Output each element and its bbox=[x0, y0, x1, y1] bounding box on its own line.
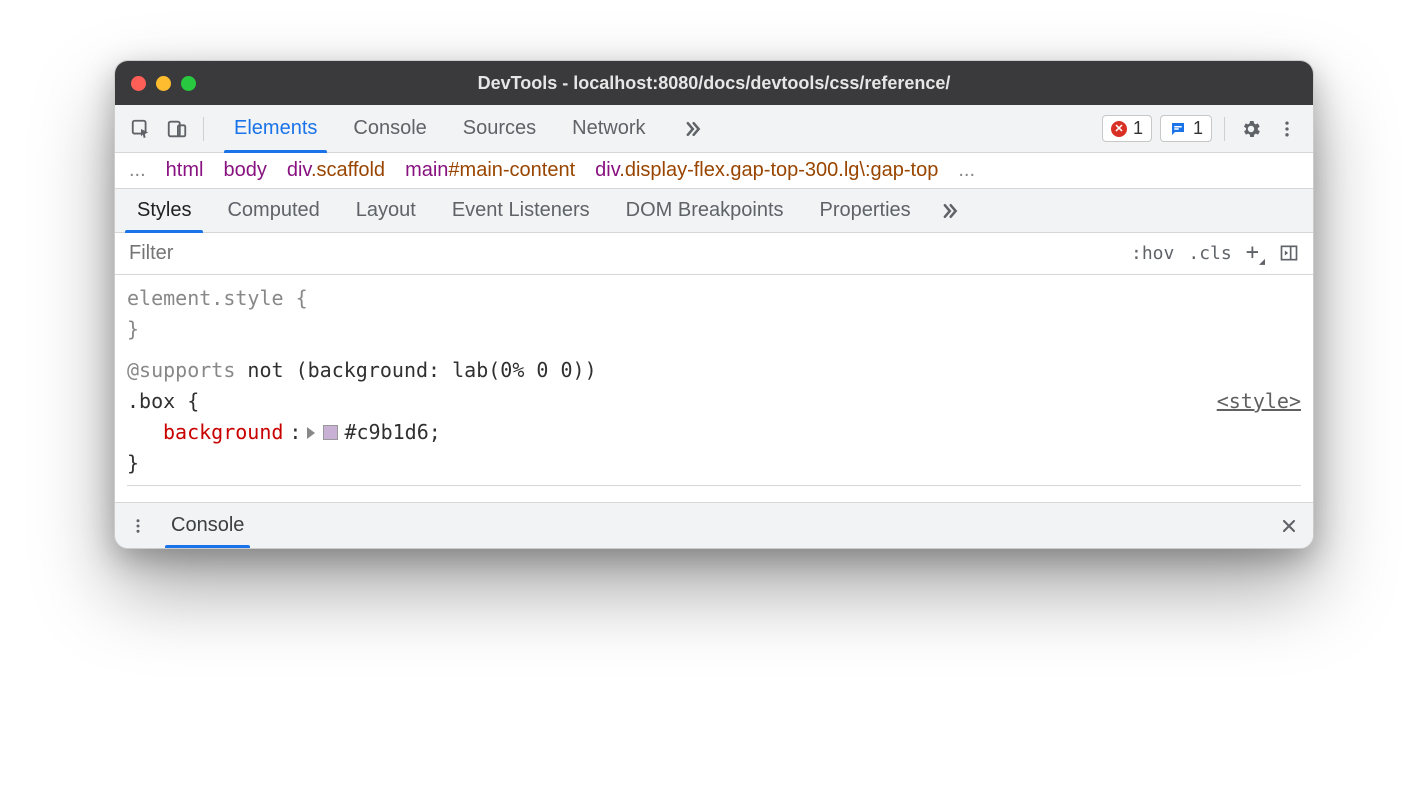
styles-actions: :hov .cls +◢ bbox=[1117, 240, 1313, 267]
tab-elements[interactable]: Elements bbox=[216, 105, 335, 152]
separator bbox=[1224, 117, 1225, 141]
color-swatch-icon[interactable] bbox=[323, 425, 338, 440]
window-title: DevTools - localhost:8080/docs/devtools/… bbox=[115, 73, 1313, 94]
titlebar: DevTools - localhost:8080/docs/devtools/… bbox=[115, 61, 1313, 105]
more-subtabs-icon[interactable] bbox=[929, 189, 969, 232]
close-brace: } bbox=[127, 451, 139, 475]
message-count: 1 bbox=[1193, 118, 1203, 139]
crumb-body[interactable]: body bbox=[223, 159, 266, 182]
styles-filter-input[interactable] bbox=[115, 242, 1117, 265]
subtab-computed[interactable]: Computed bbox=[209, 189, 337, 232]
dom-breadcrumb: ... html body div.scaffold main#main-con… bbox=[115, 153, 1313, 189]
rule-box[interactable]: <style> .box { bbox=[127, 386, 1301, 417]
crumb-div-flex[interactable]: div.display-flex.gap-top-300.lg\:gap-top bbox=[595, 159, 938, 182]
more-tabs-icon[interactable] bbox=[664, 105, 720, 152]
crumb-html[interactable]: html bbox=[166, 159, 204, 182]
close-brace: } bbox=[127, 317, 139, 341]
prop-value[interactable]: #c9b1d6; bbox=[344, 417, 440, 448]
close-window-icon[interactable] bbox=[131, 76, 146, 91]
maximize-window-icon[interactable] bbox=[181, 76, 196, 91]
drawer-tab-console[interactable]: Console bbox=[161, 503, 254, 548]
breadcrumb-ellipsis[interactable]: ... bbox=[129, 159, 146, 182]
styles-subtabs: Styles Computed Layout Event Listeners D… bbox=[115, 189, 1313, 233]
drawer-kebab-icon[interactable] bbox=[129, 517, 147, 535]
subtab-properties[interactable]: Properties bbox=[802, 189, 929, 232]
styles-pane: element.style { } @supports not (backgro… bbox=[115, 275, 1313, 502]
tab-sources[interactable]: Sources bbox=[445, 105, 554, 152]
crumb-div-scaffold[interactable]: div.scaffold bbox=[287, 159, 385, 182]
computed-sidebar-toggle-icon[interactable] bbox=[1279, 243, 1299, 263]
css-declaration[interactable]: background: #c9b1d6; bbox=[127, 417, 1301, 448]
prop-name[interactable]: background bbox=[163, 417, 283, 448]
error-icon: ✕ bbox=[1111, 121, 1127, 137]
minimize-window-icon[interactable] bbox=[156, 76, 171, 91]
separator bbox=[203, 117, 204, 141]
tab-console[interactable]: Console bbox=[335, 105, 444, 152]
subtab-layout[interactable]: Layout bbox=[338, 189, 434, 232]
kebab-menu-icon[interactable] bbox=[1273, 115, 1301, 143]
device-mode-icon[interactable] bbox=[163, 115, 191, 143]
new-style-rule-icon[interactable]: +◢ bbox=[1246, 240, 1265, 267]
error-count: 1 bbox=[1133, 118, 1143, 139]
error-counter[interactable]: ✕ 1 bbox=[1102, 115, 1152, 142]
at-supports-rule[interactable]: @supports not (background: lab(0% 0 0)) bbox=[127, 355, 1301, 386]
message-counter[interactable]: 1 bbox=[1160, 115, 1212, 142]
crumb-main[interactable]: main#main-content bbox=[405, 159, 575, 182]
toggle-hov[interactable]: :hov bbox=[1131, 243, 1174, 264]
styles-filter-bar: :hov .cls +◢ bbox=[115, 233, 1313, 275]
drawer: Console bbox=[115, 502, 1313, 548]
main-toolbar: Elements Console Sources Network ✕ 1 1 bbox=[115, 105, 1313, 153]
subtab-dom-breakpoints[interactable]: DOM Breakpoints bbox=[608, 189, 802, 232]
expand-shorthand-icon[interactable] bbox=[307, 427, 315, 439]
rule-divider bbox=[127, 485, 1301, 486]
subtab-styles[interactable]: Styles bbox=[119, 189, 209, 232]
inspect-element-icon[interactable] bbox=[127, 115, 155, 143]
subtab-event-listeners[interactable]: Event Listeners bbox=[434, 189, 608, 232]
message-icon bbox=[1169, 120, 1187, 138]
close-drawer-icon[interactable] bbox=[1279, 516, 1299, 536]
tab-network[interactable]: Network bbox=[554, 105, 663, 152]
toggle-cls[interactable]: .cls bbox=[1188, 243, 1231, 264]
settings-gear-icon[interactable] bbox=[1237, 115, 1265, 143]
rule-element-style[interactable]: element.style { bbox=[127, 283, 1301, 314]
devtools-window: DevTools - localhost:8080/docs/devtools/… bbox=[114, 60, 1314, 549]
source-link[interactable]: <style> bbox=[1217, 386, 1301, 417]
breadcrumb-ellipsis[interactable]: ... bbox=[958, 159, 975, 182]
traffic-lights bbox=[131, 76, 196, 91]
panel-tabs: Elements Console Sources Network bbox=[216, 105, 720, 152]
